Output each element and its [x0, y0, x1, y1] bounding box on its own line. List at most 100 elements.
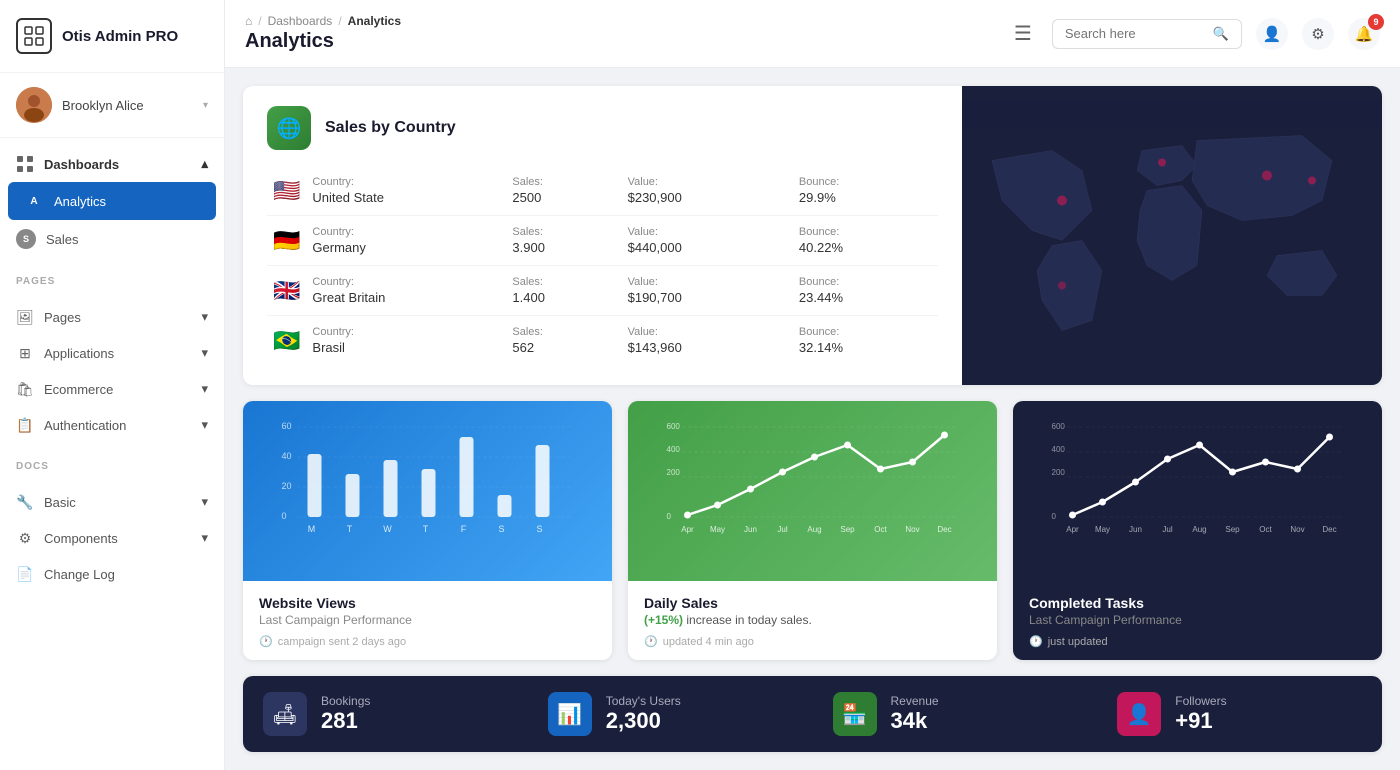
- completed-tasks-footer: 🕐 just updated: [1029, 635, 1366, 648]
- docs-section-label: DOCS: [0, 451, 224, 476]
- country-cell: Country: Great Britain: [306, 266, 506, 316]
- svg-text:T: T: [347, 524, 353, 534]
- dashboards-icon: [16, 155, 34, 173]
- svg-text:W: W: [383, 524, 392, 534]
- svg-text:Jul: Jul: [1162, 525, 1172, 534]
- country-flag: 🇩🇪: [267, 216, 306, 266]
- sidebar-item-sales[interactable]: S Sales: [0, 220, 224, 258]
- stat-icon: 🛋: [272, 702, 297, 727]
- notifications-button[interactable]: 🔔 9: [1348, 18, 1380, 50]
- sidebar-item-ecommerce[interactable]: 🛍 Ecommerce ▾: [0, 371, 224, 407]
- country-flag: 🇬🇧: [267, 266, 306, 316]
- svg-text:Oct: Oct: [874, 525, 887, 534]
- country-cell: Country: Brasil: [306, 316, 506, 366]
- daily-sales-chart: 600 400 200 0: [628, 401, 997, 581]
- stat-icon: 📊: [557, 702, 582, 727]
- daily-sales-sub: (+15%) increase in today sales.: [644, 613, 981, 627]
- stats-row: 🛋 Bookings 281 📊 Today's Users 2,300 🏪 R…: [243, 676, 1382, 752]
- logo-icon: [16, 18, 52, 54]
- gear-icon: ⚙: [1311, 25, 1324, 43]
- bounce-cell: Bounce: 40.22%: [793, 216, 938, 266]
- stat-info: Revenue 34k: [891, 694, 939, 734]
- sales-cell: Sales: 2500: [506, 166, 621, 216]
- search-box[interactable]: 🔍: [1052, 19, 1242, 49]
- daily-sales-card: 600 400 200 0: [628, 401, 997, 660]
- clock-icon-2: 🕐: [644, 635, 658, 648]
- sidebar-item-basic[interactable]: 🔧 Basic ▾: [0, 484, 224, 520]
- completed-tasks-subtitle: Last Campaign Performance: [1029, 613, 1366, 627]
- value-cell: Value: $440,000: [622, 216, 793, 266]
- line-chart-dark-svg: 600 400 200 0: [1029, 417, 1366, 537]
- sidebar-item-authentication[interactable]: 📋 Authentication ▾: [0, 407, 224, 443]
- stat-item: 👤 Followers +91: [1097, 676, 1382, 752]
- pages-icon: 🖼: [16, 308, 34, 326]
- applications-chevron-icon: ▾: [201, 345, 208, 361]
- table-row: 🇬🇧 Country: Great Britain Sales: 1.400 V…: [267, 266, 938, 316]
- stat-value: 2,300: [606, 708, 681, 734]
- user-profile-button[interactable]: 👤: [1256, 18, 1288, 50]
- basic-icon: 🔧: [16, 493, 34, 511]
- svg-text:S: S: [536, 524, 542, 534]
- svg-text:600: 600: [1052, 422, 1066, 431]
- svg-text:200: 200: [1052, 468, 1066, 477]
- stat-info: Today's Users 2,300: [606, 694, 681, 734]
- dashboards-label: Dashboards: [44, 157, 119, 172]
- stat-item: 🏪 Revenue 34k: [813, 676, 1098, 752]
- globe-icon-box: 🌐: [267, 106, 311, 150]
- svg-text:Nov: Nov: [1290, 525, 1304, 534]
- sales-country-title: Sales by Country: [325, 119, 456, 137]
- daily-sales-highlight: (+15%): [644, 613, 683, 627]
- hamburger-icon[interactable]: ☰: [1014, 21, 1032, 46]
- home-icon: ⌂: [245, 14, 252, 28]
- svg-text:Sep: Sep: [840, 525, 855, 534]
- stat-icon-box: 👤: [1117, 692, 1161, 736]
- svg-text:Apr: Apr: [1066, 525, 1079, 534]
- header-right: 🔍 👤 ⚙ 🔔 9: [1052, 18, 1380, 50]
- ecommerce-icon: 🛍: [16, 380, 34, 398]
- country-flag: 🇧🇷: [267, 316, 306, 366]
- user-chevron-icon: ▾: [203, 100, 208, 111]
- table-row: 🇺🇸 Country: United State Sales: 2500 Val…: [267, 166, 938, 216]
- header-left: ⌂ / Dashboards / Analytics Analytics: [245, 14, 1002, 53]
- search-icon: 🔍: [1213, 26, 1229, 42]
- sidebar-item-changelog[interactable]: 📄 Change Log: [0, 556, 224, 592]
- sidebar-item-applications[interactable]: ⊞ Applications ▾: [0, 335, 224, 371]
- line-chart-green-svg: 600 400 200 0: [644, 417, 981, 537]
- country-table: 🇺🇸 Country: United State Sales: 2500 Val…: [267, 166, 938, 365]
- value-cell: Value: $190,700: [622, 266, 793, 316]
- svg-text:Sep: Sep: [1225, 525, 1240, 534]
- svg-text:Nov: Nov: [905, 525, 919, 534]
- settings-button[interactable]: ⚙: [1302, 18, 1334, 50]
- svg-text:400: 400: [1052, 445, 1066, 454]
- changelog-icon: 📄: [16, 565, 34, 583]
- completed-tasks-chart: 600 400 200 0: [1013, 401, 1382, 581]
- svg-text:May: May: [710, 525, 725, 534]
- stat-value: 281: [321, 708, 370, 734]
- dashboards-nav-section: Dashboards ▴ A Analytics S Sales: [0, 138, 224, 266]
- stat-item: 🛋 Bookings 281: [243, 676, 528, 752]
- sidebar-item-dashboards[interactable]: Dashboards ▴: [0, 146, 224, 182]
- sidebar-item-pages[interactable]: 🖼 Pages ▾: [0, 299, 224, 335]
- svg-text:Aug: Aug: [807, 525, 821, 534]
- daily-sales-subtitle: increase in today sales.: [686, 613, 811, 627]
- basic-label: Basic: [44, 495, 76, 510]
- search-input[interactable]: [1065, 26, 1205, 41]
- value-cell: Value: $143,960: [622, 316, 793, 366]
- sidebar-user[interactable]: Brooklyn Alice ▾: [0, 73, 224, 138]
- analytics-badge: A: [24, 191, 44, 211]
- website-views-card: 60 40 20 0: [243, 401, 612, 660]
- country-cell: Country: United State: [306, 166, 506, 216]
- sales-table-section: 🌐 Sales by Country 🇺🇸 Country: United St…: [243, 86, 962, 385]
- value-cell: Value: $230,900: [622, 166, 793, 216]
- sidebar-item-components[interactable]: ⚙ Components ▾: [0, 520, 224, 556]
- svg-text:0: 0: [282, 511, 287, 521]
- svg-text:60: 60: [282, 421, 292, 431]
- components-chevron-icon: ▾: [201, 530, 208, 546]
- bounce-cell: Bounce: 23.44%: [793, 266, 938, 316]
- analytics-label: Analytics: [54, 194, 106, 209]
- completed-tasks-title: Completed Tasks: [1029, 595, 1366, 611]
- dashboards-chevron-icon: ▴: [201, 156, 208, 172]
- website-views-bottom: Website Views Last Campaign Performance …: [243, 581, 612, 660]
- sidebar-item-analytics[interactable]: A Analytics: [8, 182, 216, 220]
- content-area: 🌐 Sales by Country 🇺🇸 Country: United St…: [225, 68, 1400, 770]
